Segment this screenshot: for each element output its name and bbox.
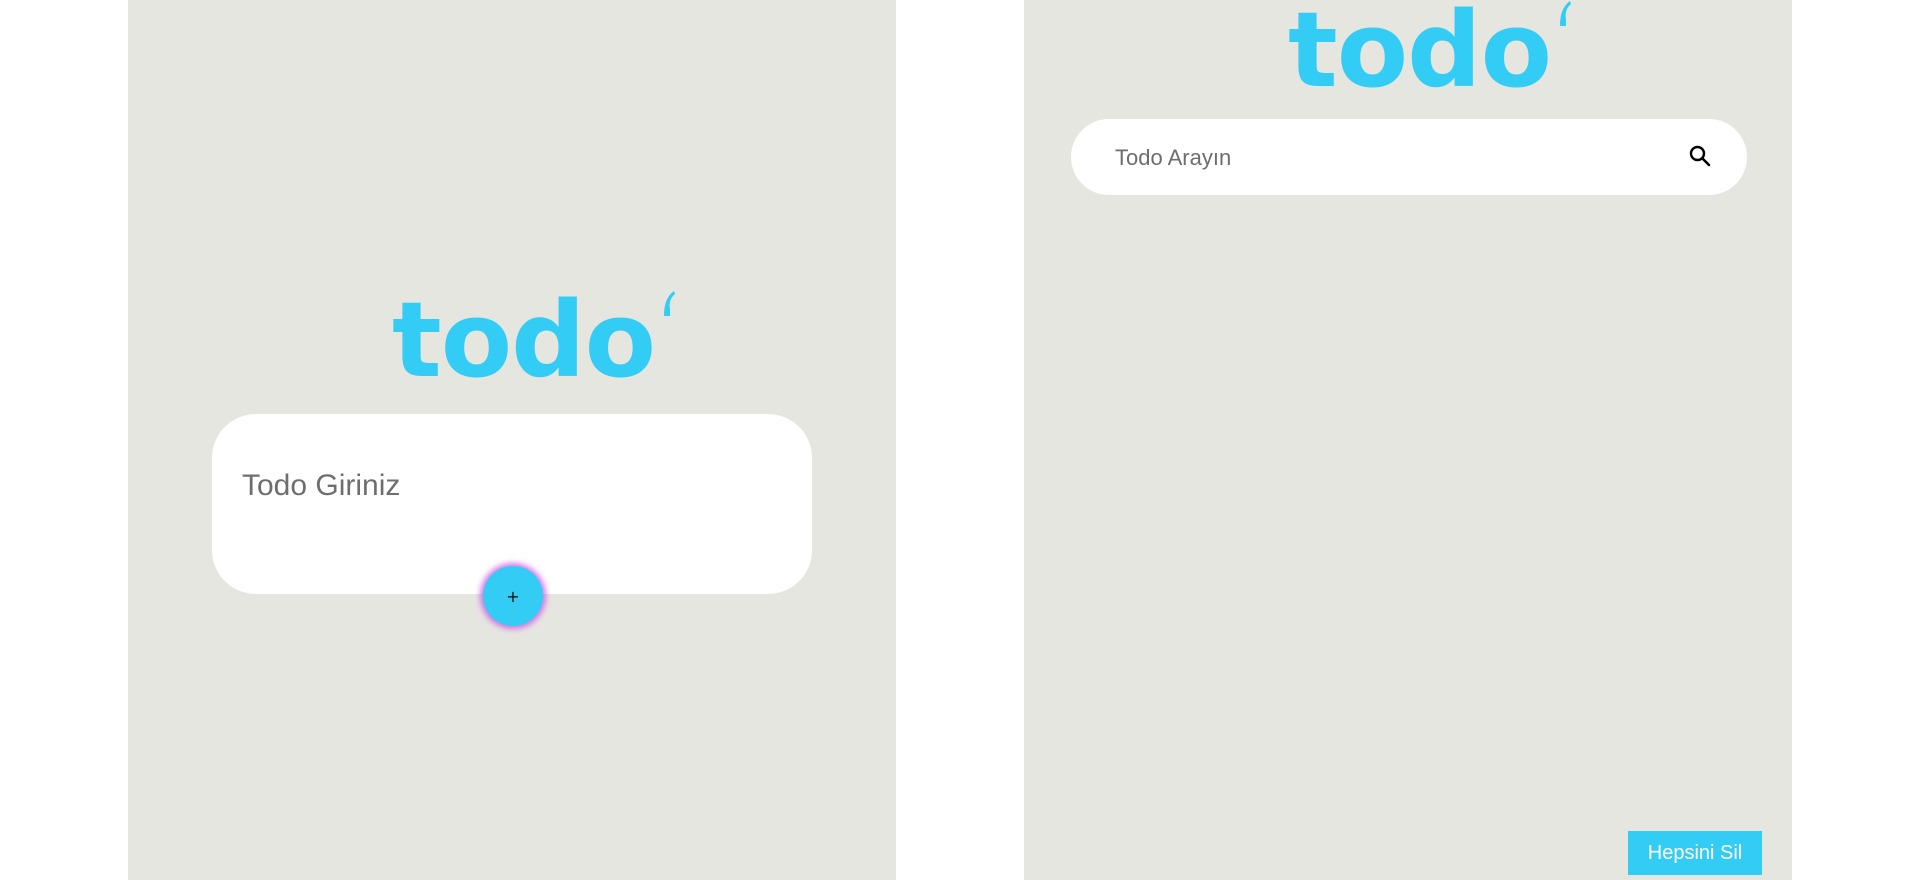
add-todo-panel: todo + <box>128 0 896 880</box>
logo-quote-mark-icon <box>664 291 676 316</box>
clear-all-button[interactable]: Hepsini Sil <box>1628 831 1762 875</box>
add-todo-button[interactable]: + <box>483 566 543 626</box>
logo-quote-mark-icon <box>1560 1 1572 26</box>
search-bar <box>1071 119 1747 195</box>
page: todo + todo Hepsini Sil <box>0 0 1920 880</box>
add-button-label: + <box>506 586 520 606</box>
todo-list-panel: todo Hepsini Sil <box>1024 0 1792 880</box>
app-logo: todo <box>392 279 676 401</box>
logo-text: todo <box>392 279 656 401</box>
search-input[interactable] <box>1115 139 1675 177</box>
logo-text: todo <box>1288 0 1552 111</box>
search-icon[interactable] <box>1688 144 1712 168</box>
todo-input[interactable] <box>242 466 782 506</box>
clear-all-label: Hepsini Sil <box>1647 841 1743 864</box>
app-logo: todo <box>1288 0 1572 111</box>
